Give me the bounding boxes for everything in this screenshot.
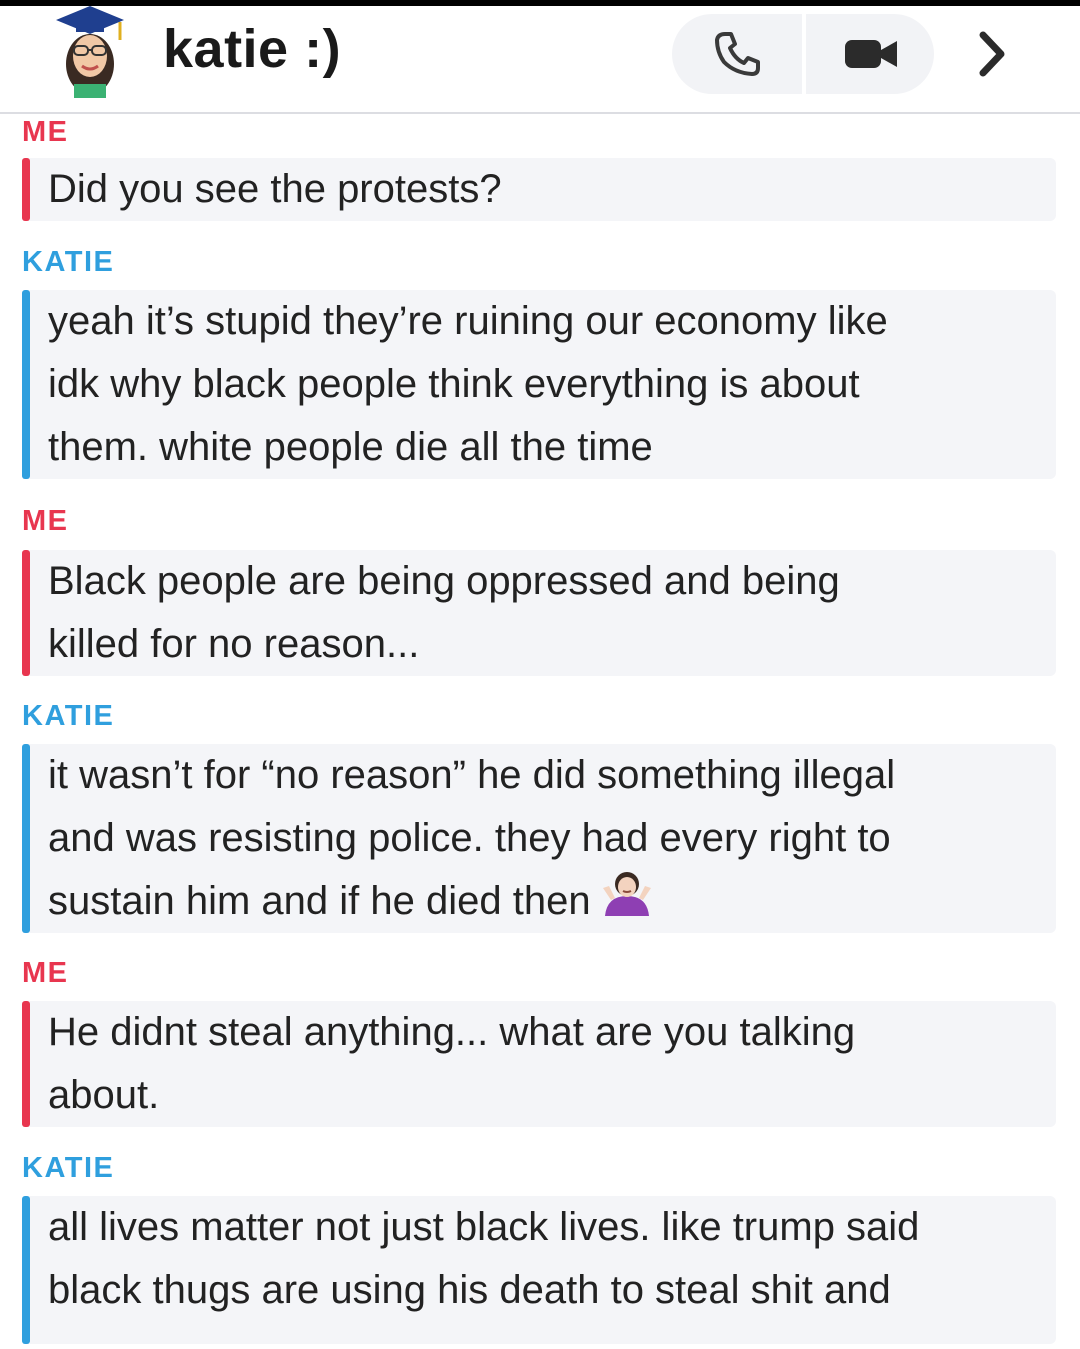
message-text: He didnt steal anything... what are you … xyxy=(48,1010,856,1117)
message-bubble[interactable]: Did you see the protests? xyxy=(22,158,1056,221)
contact-name[interactable]: katie :) xyxy=(163,18,341,80)
sender-label-me: ME xyxy=(22,957,69,989)
phone-icon xyxy=(715,32,760,76)
sender-label-katie: KATIE xyxy=(22,700,115,732)
message-text-content: it wasn’t for “no reason” he did somethi… xyxy=(48,753,896,923)
message-text: Did you see the protests? xyxy=(48,167,502,211)
chat-header: katie :) xyxy=(0,6,1080,114)
sender-bar-katie xyxy=(22,1196,30,1344)
sender-bar-katie xyxy=(22,744,30,933)
sender-bar-me xyxy=(22,1001,30,1127)
sender-label-katie: KATIE xyxy=(22,246,115,278)
chevron-right-icon xyxy=(979,31,1005,77)
message-text: Black people are being oppressed and bei… xyxy=(48,559,840,666)
sender-bar-katie xyxy=(22,290,30,479)
sender-label-me: ME xyxy=(22,116,69,148)
message-text: all lives matter not just black lives. l… xyxy=(48,1205,920,1312)
message-text: it wasn’t for “no reason” he did somethi… xyxy=(48,744,1053,933)
sender-bar-me xyxy=(22,158,30,221)
sender-label-me: ME xyxy=(22,505,69,537)
avatar-icon xyxy=(56,6,124,98)
message-text: yeah it’s stupid they’re ruining our eco… xyxy=(48,299,888,469)
message-bubble[interactable]: He didnt steal anything... what are you … xyxy=(22,1001,1056,1127)
sender-label-katie: KATIE xyxy=(22,1152,115,1184)
video-call-button[interactable] xyxy=(806,14,936,94)
message-bubble[interactable]: all lives matter not just black lives. l… xyxy=(22,1196,1056,1344)
call-actions-pill xyxy=(672,14,934,94)
call-button[interactable] xyxy=(672,14,802,94)
bitmoji-graduate-avatar[interactable] xyxy=(50,6,130,98)
message-bubble[interactable]: Black people are being oppressed and bei… xyxy=(22,550,1056,676)
sender-bar-me xyxy=(22,550,30,676)
woman-shrugging-emoji xyxy=(601,870,653,922)
message-bubble[interactable]: yeah it’s stupid they’re ruining our eco… xyxy=(22,290,1056,479)
message-bubble[interactable]: it wasn’t for “no reason” he did somethi… xyxy=(22,744,1056,933)
video-camera-icon xyxy=(845,40,897,68)
more-button[interactable] xyxy=(960,20,1024,88)
